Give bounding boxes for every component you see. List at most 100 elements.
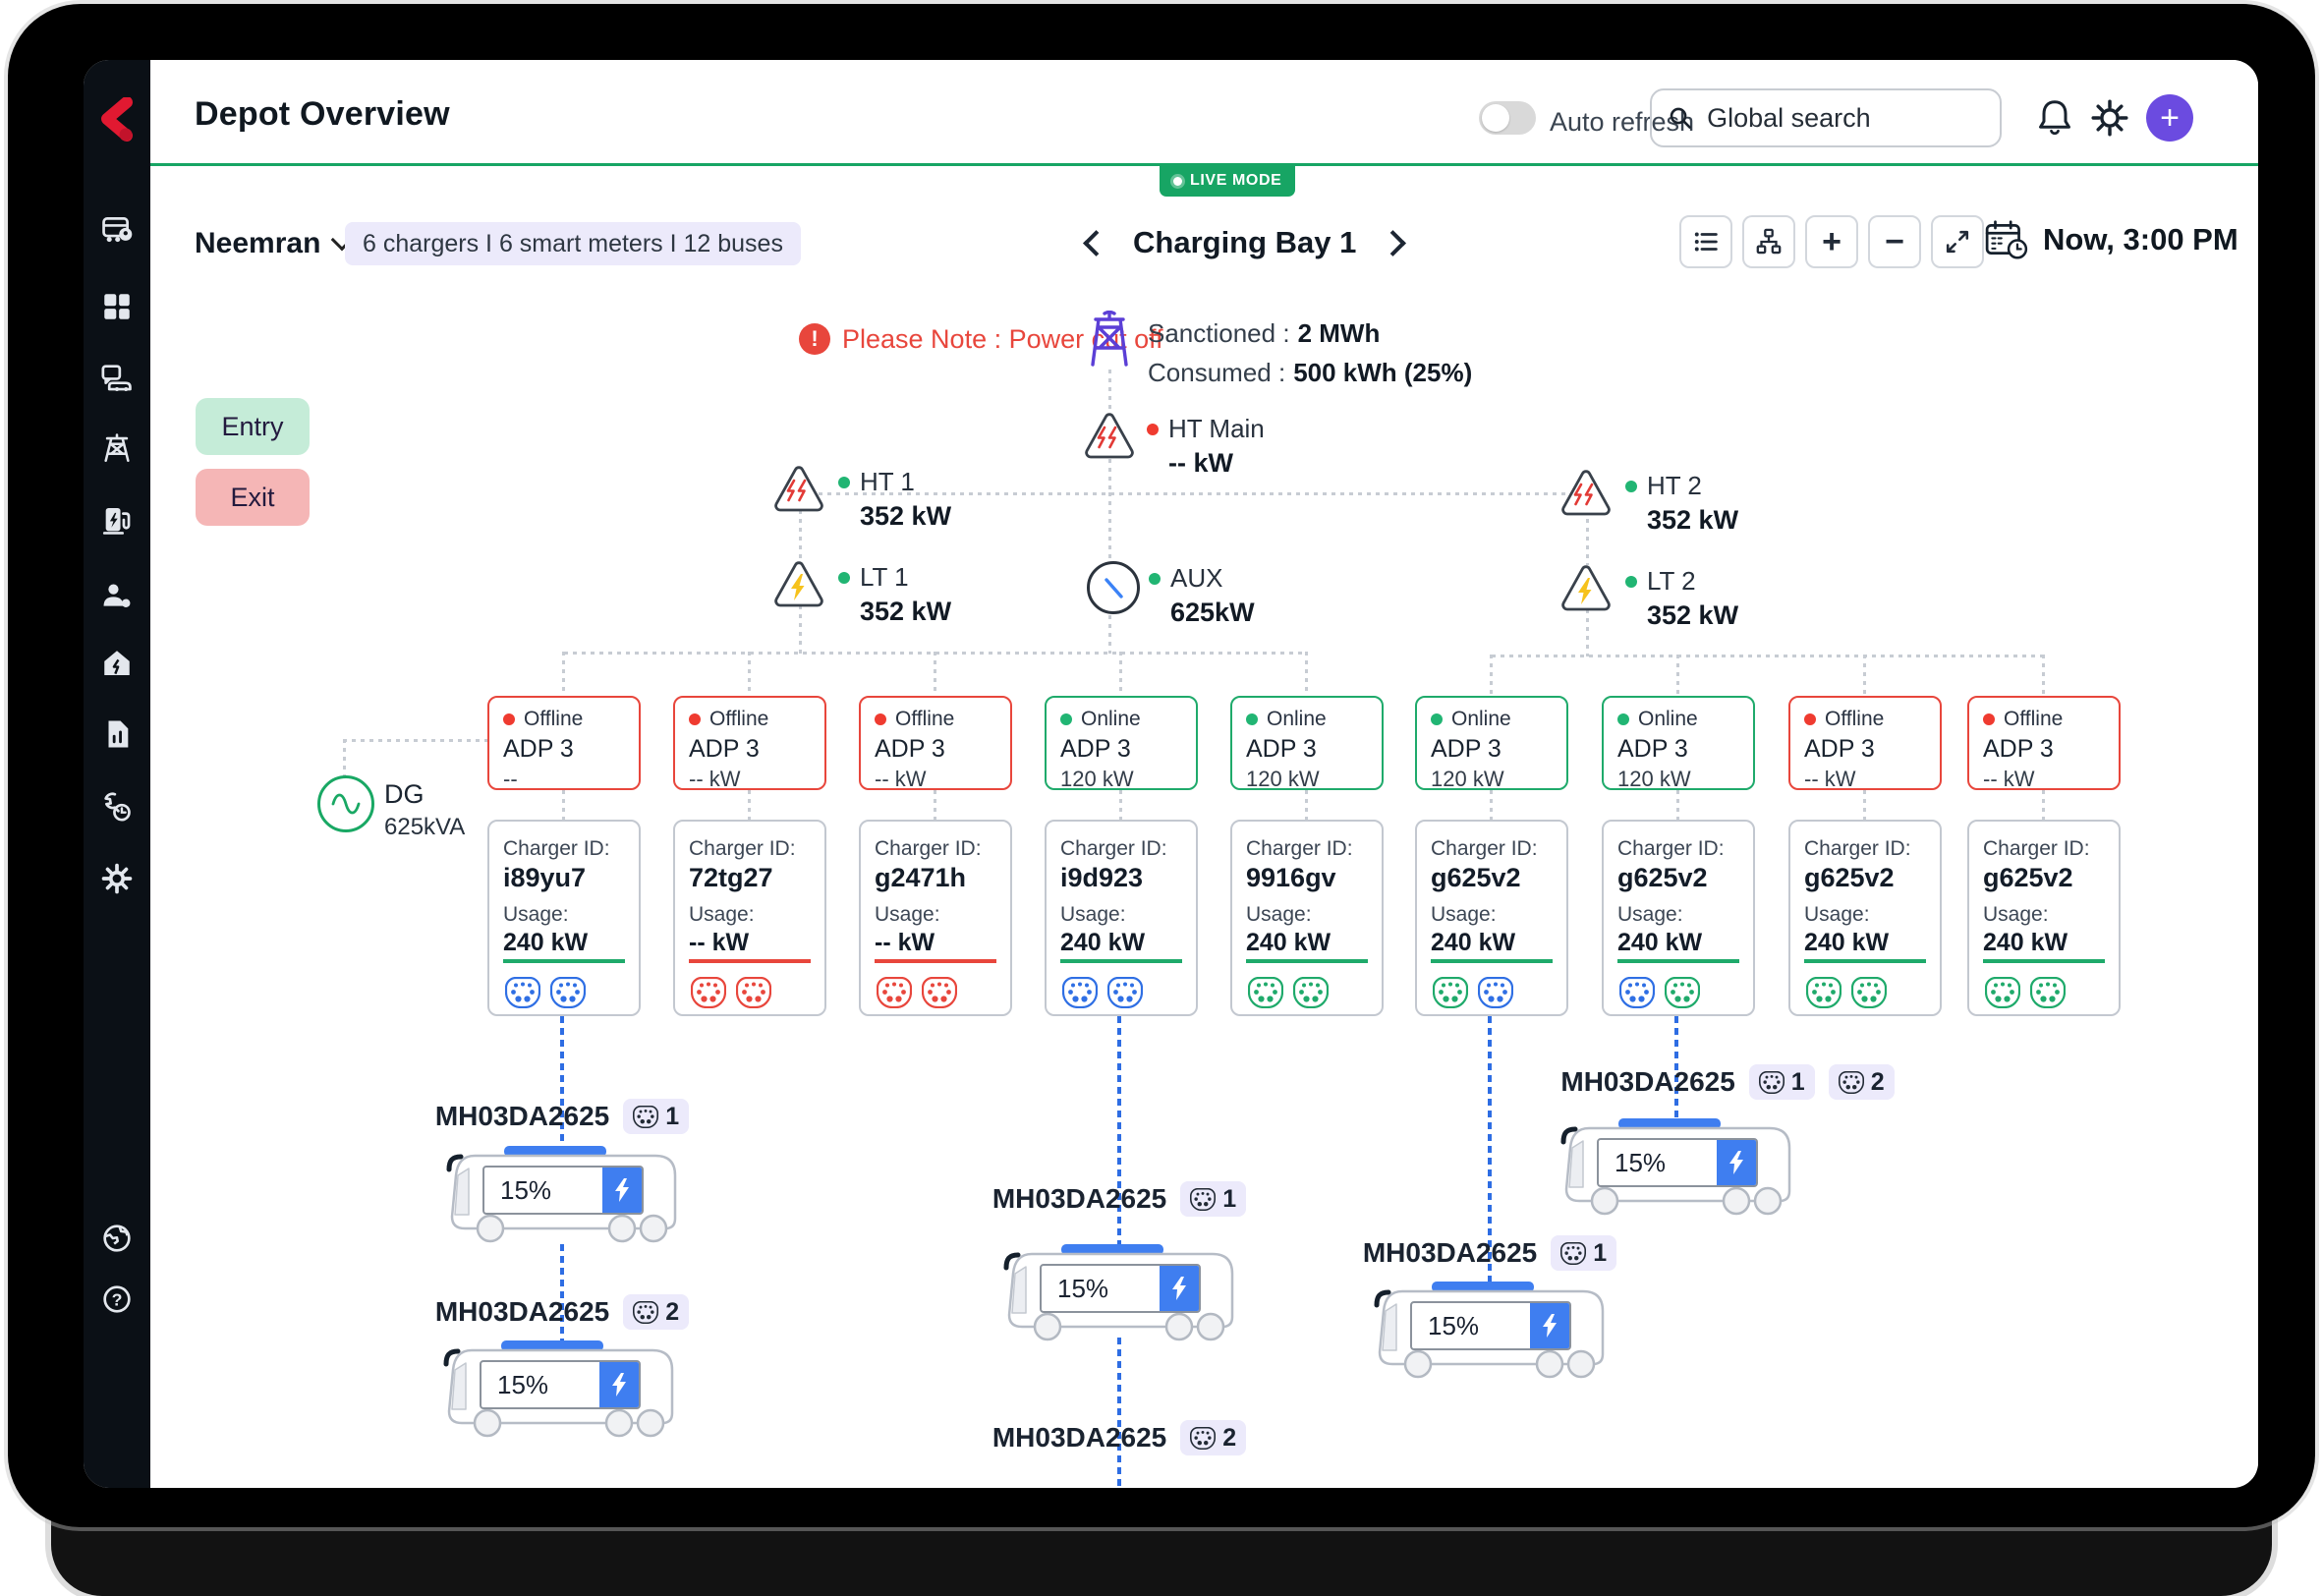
expand-icon (1946, 230, 1969, 254)
list-view-button[interactable] (1679, 215, 1732, 268)
status-dot (1804, 713, 1816, 725)
connector-row (503, 959, 625, 1014)
soc-value: 15% (497, 1369, 549, 1399)
connector-line (1108, 459, 1111, 494)
bus-registration: MH03DA2625 (434, 1101, 610, 1131)
connector-row (1983, 959, 2105, 1014)
connector-badge: 1 (1180, 1181, 1247, 1217)
ev-connector-icon (1851, 977, 1887, 1008)
charger-detail-card[interactable]: Charger ID: 9916gv Usage: 240 kW (1230, 820, 1384, 1016)
sidebar-item-chargers[interactable] (84, 498, 150, 542)
connector-line (1305, 790, 1308, 820)
svg-text:?: ? (112, 1289, 123, 1309)
charging-bolt-icon (599, 1362, 639, 1407)
calendar-clock-icon (1985, 220, 2028, 259)
charger-detail-card[interactable]: Charger ID: g625v2 Usage: 240 kW (1967, 820, 2121, 1016)
aux-label: AUX 625kW (1149, 563, 1255, 628)
sidebar-item-reports[interactable] (84, 712, 150, 756)
sidebar-item-language[interactable] (84, 1217, 150, 1260)
auto-refresh-toggle[interactable] (1479, 101, 1536, 135)
charger-status-card[interactable]: Online ADP 3 120 kW (1602, 696, 1755, 791)
connector-line (2042, 790, 2045, 820)
charger-status-card[interactable]: Online ADP 3 120 kW (1230, 696, 1384, 791)
connector-line (343, 739, 488, 742)
connector-line (1305, 652, 1308, 696)
dg-label: DG 625kVA (384, 779, 466, 840)
charger-detail-card[interactable]: Charger ID: 72tg27 Usage: -- kW (673, 820, 826, 1016)
connector-line (934, 790, 936, 820)
soc-indicator: 15% (1410, 1301, 1571, 1350)
charger-status-card[interactable]: Online ADP 3 120 kW (1045, 696, 1198, 791)
charger-detail-card[interactable]: Charger ID: g625v2 Usage: 240 kW (1788, 820, 1942, 1016)
connector-row (1431, 959, 1553, 1014)
ev-connector-icon (1248, 977, 1283, 1008)
lt1-node-icon[interactable] (773, 560, 824, 607)
aux-node-icon[interactable] (1087, 561, 1140, 614)
time-label: Now, 3:00 PM (2043, 222, 2238, 256)
plug-icon (1839, 1071, 1864, 1094)
plug-icon (633, 1301, 658, 1324)
sidebar-item-help[interactable]: ? (84, 1278, 150, 1321)
search-input[interactable] (1705, 101, 1984, 135)
connector-line (1676, 655, 1679, 696)
live-dot (1173, 176, 1182, 186)
global-search[interactable] (1650, 88, 2002, 147)
plug-icon (1190, 1188, 1216, 1211)
ht-main-label: HT Main -- kW (1147, 414, 1265, 479)
charger-status-card[interactable]: Offline ADP 3 -- kW (1967, 696, 2121, 791)
notifications-bell-icon[interactable] (2033, 96, 2076, 140)
charger-detail-card[interactable]: Charger ID: i89yu7 Usage: 240 kW (487, 820, 641, 1016)
sidebar-item-maintenance[interactable] (84, 785, 150, 828)
bus-label-row: MH03DA2625 1 2 (1521, 1064, 1934, 1100)
zoom-in-button[interactable]: + (1805, 215, 1858, 268)
ht2-node-icon[interactable] (1560, 469, 1612, 516)
depot-selector[interactable]: Neemran (195, 227, 354, 260)
connector-row (689, 959, 811, 1014)
connector-badge: 2 (623, 1294, 690, 1330)
sidebar-item-vehicles[interactable] (84, 356, 150, 399)
entry-button[interactable]: Entry (196, 398, 310, 455)
charger-detail-card[interactable]: Charger ID: g625v2 Usage: 240 kW (1602, 820, 1755, 1016)
prev-bay-chevron-icon[interactable] (1083, 229, 1109, 256)
charging-bolt-icon (602, 1168, 642, 1213)
search-icon (1670, 107, 1691, 129)
zoom-out-button[interactable]: − (1868, 215, 1921, 268)
ht1-node-icon[interactable] (773, 465, 824, 512)
sidebar-item-settings[interactable] (84, 857, 150, 900)
charger-status-card[interactable]: Offline ADP 3 -- kW (1788, 696, 1942, 791)
charger-detail-card[interactable]: Charger ID: g625v2 Usage: 240 kW (1415, 820, 1568, 1016)
sidebar-item-dashboard[interactable] (84, 285, 150, 328)
alert-icon: ! (799, 323, 830, 355)
charger-status-card[interactable]: Offline ADP 3 -- kW (673, 696, 826, 791)
fullscreen-button[interactable] (1931, 215, 1984, 268)
soc-value: 15% (1428, 1310, 1480, 1340)
time-picker[interactable]: Now, 3:00 PM (1984, 217, 2238, 262)
sidebar-item-fleet[interactable] (84, 207, 150, 251)
connector-row (875, 959, 996, 1014)
next-bay-chevron-icon[interactable] (1380, 229, 1407, 256)
lt2-node-icon[interactable] (1560, 564, 1612, 611)
connector-badge: 1 (1748, 1064, 1815, 1100)
exit-button[interactable]: Exit (196, 469, 310, 526)
charger-status-card[interactable]: Online ADP 3 120 kW (1415, 696, 1568, 791)
charger-status-card[interactable]: Offline ADP 3 -- (487, 696, 641, 791)
charger-detail-card[interactable]: Charger ID: g2471h Usage: -- kW (859, 820, 1012, 1016)
connector-line (343, 739, 346, 778)
charger-status-card[interactable]: Offline ADP 3 -- kW (859, 696, 1012, 791)
sidebar-item-depot-energy[interactable] (84, 642, 150, 685)
connector-line (1490, 655, 1493, 696)
connector-badge: 1 (623, 1099, 690, 1134)
bus-label-row: MH03DA2625 1 (385, 1099, 739, 1134)
sidebar-item-grid-supply[interactable] (84, 427, 150, 470)
dg-node-icon[interactable] (317, 775, 374, 832)
soc-value: 15% (1057, 1273, 1109, 1303)
plug-icon (633, 1106, 658, 1128)
ht-main-node-icon[interactable] (1084, 412, 1135, 459)
ev-connector-icon (736, 977, 771, 1008)
add-button[interactable]: + (2146, 94, 2193, 142)
sidebar-item-users[interactable] (84, 574, 150, 617)
hierarchy-view-button[interactable] (1742, 215, 1795, 268)
settings-gear-icon[interactable] (2088, 96, 2131, 140)
brand-logo-icon[interactable] (97, 97, 137, 144)
charger-detail-card[interactable]: Charger ID: i9d923 Usage: 240 kW (1045, 820, 1198, 1016)
